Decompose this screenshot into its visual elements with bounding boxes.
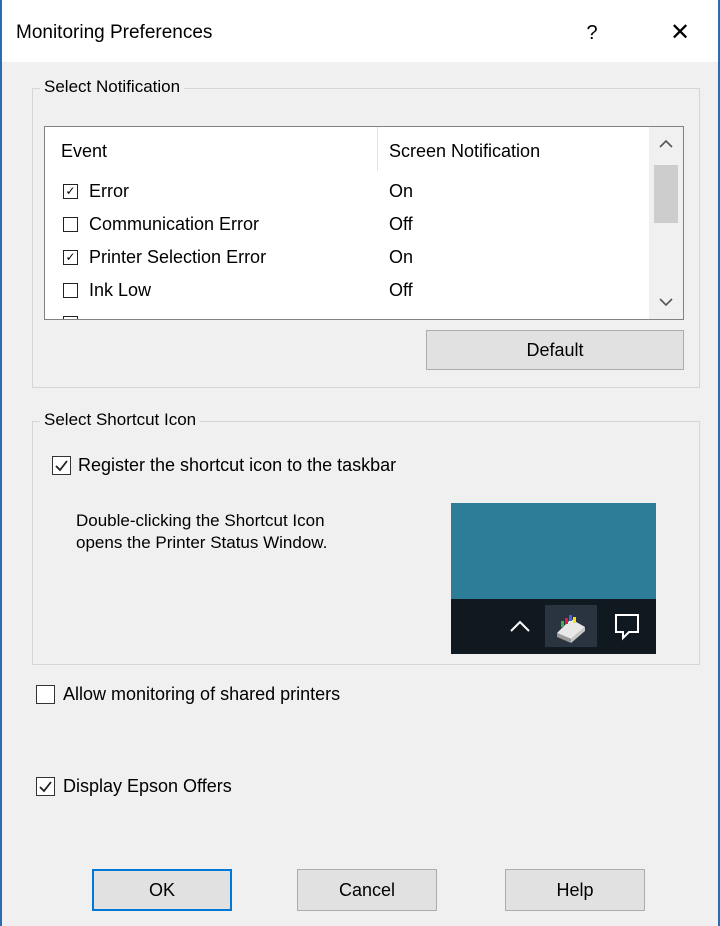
event-checkbox[interactable]: ✓: [63, 184, 78, 199]
display-epson-offers-label[interactable]: Display Epson Offers: [63, 776, 232, 797]
taskbar-preview-image: [451, 503, 656, 654]
notification-value: Off: [389, 214, 413, 234]
column-header-event[interactable]: Event: [61, 141, 107, 162]
scroll-thumb[interactable]: [654, 165, 678, 223]
description-line-1: Double-clicking the Shortcut Icon: [76, 511, 325, 530]
column-divider: [377, 127, 378, 171]
event-checkbox[interactable]: [63, 217, 78, 232]
notification-value: On: [389, 247, 414, 267]
display-epson-offers-checkbox[interactable]: [36, 777, 55, 796]
default-button[interactable]: Default: [426, 330, 684, 370]
notification-list[interactable]: Event Screen Notification ✓ Error On Com…: [44, 126, 684, 320]
event-checkbox[interactable]: [63, 316, 78, 319]
window-border-left: [0, 0, 2, 926]
event-checkbox[interactable]: ✓: [63, 250, 78, 265]
description-line-2: opens the Printer Status Window.: [76, 533, 328, 552]
message-icon: [615, 614, 639, 641]
cancel-button[interactable]: Cancel: [297, 869, 437, 911]
monitoring-preferences-dialog: Monitoring Preferences ? ✕ Select Notifi…: [0, 0, 720, 926]
allow-shared-monitoring-checkbox[interactable]: [36, 685, 55, 704]
list-item[interactable]: ✓ Printer Selection Error On: [45, 245, 645, 277]
printer-status-icon: [545, 605, 597, 647]
event-name: Communication Error: [89, 214, 260, 234]
select-notification-label: Select Notification: [40, 77, 185, 97]
scroll-up-arrow-icon[interactable]: [649, 127, 683, 161]
list-item[interactable]: Ink Low Off: [45, 278, 645, 310]
help-title-button[interactable]: ?: [572, 14, 612, 52]
ok-button[interactable]: OK: [92, 869, 232, 911]
allow-shared-monitoring-label[interactable]: Allow monitoring of shared printers: [63, 684, 340, 705]
register-shortcut-checkbox[interactable]: [52, 456, 71, 475]
notification-value: Off: [389, 280, 413, 300]
dialog-title: Monitoring Preferences: [16, 22, 213, 43]
register-shortcut-label[interactable]: Register the shortcut icon to the taskba…: [78, 455, 396, 476]
close-button[interactable]: ✕: [656, 14, 704, 52]
chevron-up-icon: [510, 620, 530, 632]
shortcut-description: Double-clicking the Shortcut Icon opens …: [76, 510, 416, 554]
taskbar-preview: [451, 599, 656, 654]
event-name: Error: [89, 181, 129, 201]
list-item[interactable]: ✓ Error On: [45, 179, 645, 211]
list-item[interactable]: Communication Error Off: [45, 212, 645, 244]
select-shortcut-icon-label: Select Shortcut Icon: [40, 410, 201, 430]
notification-value: On: [389, 181, 414, 201]
column-header-screen-notification[interactable]: Screen Notification: [389, 141, 540, 162]
event-name: Printer Selection Error: [89, 247, 267, 267]
help-button[interactable]: Help: [505, 869, 645, 911]
event-checkbox[interactable]: [63, 283, 78, 298]
scroll-down-arrow-icon[interactable]: [649, 285, 683, 319]
title-bar: Monitoring Preferences ? ✕: [0, 0, 720, 62]
list-item-partial[interactable]: [45, 311, 645, 319]
list-scrollbar[interactable]: [649, 127, 683, 319]
event-name: Ink Low: [89, 280, 152, 300]
